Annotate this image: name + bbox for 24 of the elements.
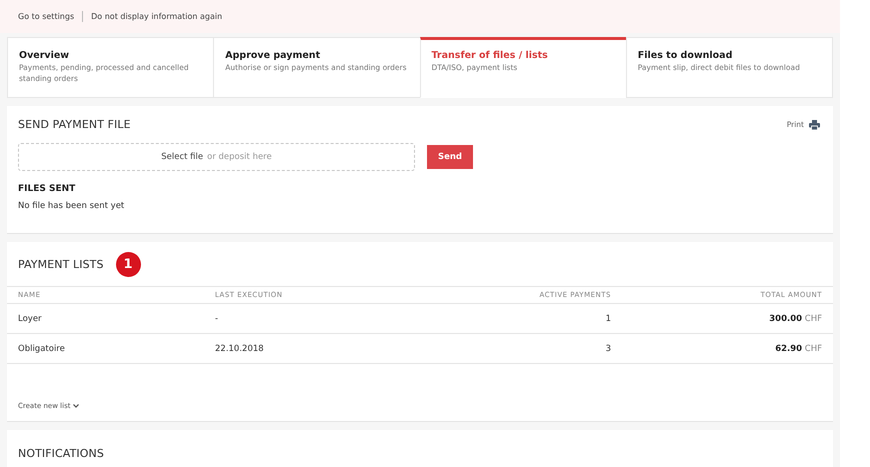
printer-icon bbox=[809, 120, 820, 130]
table-cell: - bbox=[204, 304, 404, 334]
banner-link[interactable]: Go to settings bbox=[18, 12, 74, 21]
tab-title: Approve payment bbox=[225, 50, 322, 61]
section-title: NOTIFICATIONS bbox=[18, 447, 104, 460]
table-cell: 3 bbox=[404, 334, 622, 364]
table-cell: Obligatoire bbox=[7, 334, 204, 364]
table-cell: 300.00 CHF bbox=[622, 304, 833, 334]
tab-title: Overview bbox=[19, 50, 70, 61]
subsection-title: FILES SENT bbox=[18, 184, 76, 194]
chevron-down-icon bbox=[73, 404, 80, 408]
table-cell: 62.90 CHF bbox=[622, 334, 833, 364]
table-cell: 1 bbox=[404, 304, 622, 334]
tab-title: Transfer of files / lists bbox=[432, 50, 549, 61]
table-cell: Loyer bbox=[7, 304, 204, 334]
table-cell: 22.10.2018 bbox=[204, 334, 404, 364]
section-title: PAYMENT LISTS bbox=[18, 258, 104, 270]
banner-link[interactable]: Do not display information again bbox=[91, 12, 222, 21]
count-badge: 1 bbox=[116, 252, 141, 276]
section-title: SEND PAYMENT FILE bbox=[18, 118, 131, 131]
file-drop-zone[interactable]: Select file or deposit here bbox=[18, 143, 415, 171]
tab-title: Files to download bbox=[638, 50, 734, 61]
send-button[interactable]: Send bbox=[427, 145, 473, 169]
empty-message: No file has been sent yet bbox=[18, 201, 126, 211]
